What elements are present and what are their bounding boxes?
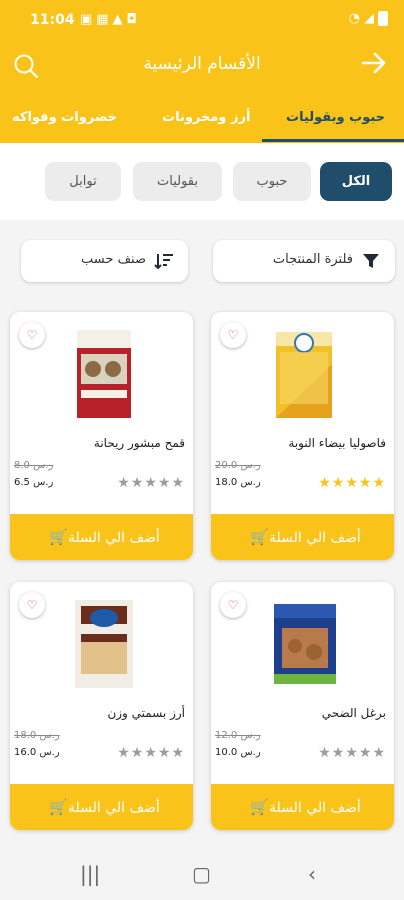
chip-legumes[interactable]: بقوليات — [133, 162, 222, 201]
product-name: قمح مبشور ريحانة — [93, 436, 185, 450]
old-price: 18.0 ر.س — [14, 730, 60, 741]
page-title: الأقسام الرئيسية — [143, 54, 261, 74]
heart-icon[interactable]: ♡ — [19, 592, 45, 618]
battery-icon — [378, 11, 388, 26]
product-name: برغل الضحي — [321, 706, 386, 720]
sort-icon — [154, 254, 173, 270]
heart-icon[interactable]: ♡ — [19, 322, 45, 348]
alert-icon: ▲ — [112, 12, 123, 27]
notification-icon: ◘ — [126, 12, 137, 27]
cart-icon: 🛒 — [49, 798, 68, 816]
product-card[interactable]: ♡ فاصوليا بيضاء النوبة 20.0 ر.س 18.0 ر.س… — [211, 312, 394, 560]
tab-grains-legumes[interactable]: حبوب وبقوليات — [286, 110, 385, 125]
filter-products-button[interactable]: فلترة المنتجات — [213, 240, 395, 282]
chip-spices[interactable]: توابل — [45, 162, 121, 201]
tab-rice-stock[interactable]: أرز ومخرونات — [162, 110, 250, 125]
category-tabs: حبوب وبقوليات أرز ومخرونات خضروات وفواكه — [0, 95, 404, 143]
product-name: أرز بسمتي وزن — [107, 706, 185, 720]
star-icon: ★ — [157, 745, 172, 761]
star-icon: ★ — [171, 475, 185, 491]
rating-stars: ★★★★★ — [318, 475, 386, 491]
price: 10.0 ر.س — [215, 747, 261, 758]
star-icon: ★ — [345, 745, 359, 761]
app-bar: الأقسام الرئيسية — [0, 40, 404, 95]
wifi-icon: ◔ — [348, 11, 360, 26]
image-icon: ▦ — [96, 12, 109, 27]
star-icon: ★ — [358, 745, 373, 761]
active-tab-indicator — [262, 139, 404, 142]
rating-stars: ★★★★★ — [318, 745, 386, 761]
add-to-cart-button[interactable]: 🛒أضف الي السلة — [10, 514, 193, 560]
product-image — [274, 604, 336, 684]
add-to-cart-button[interactable]: 🛒أضف الي السلة — [10, 784, 193, 830]
product-image — [276, 332, 332, 418]
star-icon: ★ — [372, 745, 386, 761]
product-card[interactable]: ♡ برغل الضحي 12.0 ر.س 10.0 ر.س ★★★★★ 🛒أض… — [211, 582, 394, 830]
product-card[interactable]: ♡ أرز بسمتي وزن 18.0 ر.س 16.0 ر.س ★★★★★ … — [10, 582, 193, 830]
star-icon: ★ — [318, 745, 332, 761]
add-to-cart-button[interactable]: 🛒أضف الي السلة — [211, 784, 394, 830]
add-to-cart-label: أضف الي السلة — [268, 800, 361, 816]
tab-vegetables-fruits[interactable]: خضروات وفواكه — [12, 110, 117, 125]
system-nav-bar: ||| ▢ ‹ — [0, 852, 404, 900]
star-icon: ★ — [331, 475, 346, 491]
cart-icon: 🛒 — [250, 528, 269, 546]
cart-icon: 🛒 — [49, 528, 68, 546]
star-icon: ★ — [130, 475, 145, 491]
sort-button[interactable]: صنف حسب — [21, 240, 188, 282]
status-bar: 11:04 ▣ ▦ ▲ ◘ ◔ ◢ — [0, 0, 404, 40]
old-price: 20.0 ر.س — [215, 460, 261, 471]
sort-label: صنف حسب — [81, 252, 146, 267]
star-icon: ★ — [144, 475, 158, 491]
filter-label: فلترة المنتجات — [272, 252, 353, 267]
status-left-icons: ▣ ▦ ▲ ◘ — [80, 12, 137, 27]
star-icon: ★ — [157, 475, 172, 491]
chip-grains[interactable]: حبوب — [233, 162, 311, 201]
price: 18.0 ر.س — [215, 477, 261, 488]
rating-stars: ★★★★★ — [117, 475, 185, 491]
recent-apps-icon[interactable]: ||| — [80, 862, 100, 886]
star-icon: ★ — [130, 745, 145, 761]
sim-icon: ▣ — [80, 12, 93, 27]
add-to-cart-button[interactable]: 🛒أضف الي السلة — [211, 514, 394, 560]
star-icon: ★ — [117, 745, 131, 761]
product-card[interactable]: ♡ قمح مبشور ريحانة 8.0 ر.س 6.5 ر.س ★★★★★… — [10, 312, 193, 560]
star-icon: ★ — [345, 475, 359, 491]
old-price: 12.0 ر.س — [215, 730, 261, 741]
star-icon: ★ — [318, 475, 332, 491]
signal-icon: ◢ — [364, 11, 374, 26]
price: 16.0 ر.س — [14, 747, 60, 758]
heart-icon[interactable]: ♡ — [220, 592, 246, 618]
price: 6.5 ر.س — [14, 477, 54, 488]
star-icon: ★ — [331, 745, 346, 761]
filter-icon — [363, 254, 379, 268]
home-icon[interactable]: ▢ — [192, 862, 211, 886]
rating-stars: ★★★★★ — [117, 745, 185, 761]
back-icon[interactable]: ‹ — [308, 862, 316, 886]
star-icon: ★ — [144, 745, 158, 761]
status-right-icons: ◔ ◢ — [349, 11, 388, 26]
star-icon: ★ — [171, 745, 185, 761]
add-to-cart-label: أضف الي السلة — [67, 530, 160, 546]
star-icon: ★ — [117, 475, 131, 491]
status-time: 11:04 — [30, 12, 75, 28]
arrow-right-icon[interactable] — [360, 49, 388, 77]
product-image — [75, 600, 133, 688]
filter-chips: الكل حبوب بقوليات توابل — [0, 143, 404, 220]
product-image — [77, 330, 131, 418]
old-price: 8.0 ر.س — [14, 460, 54, 471]
chip-all[interactable]: الكل — [320, 162, 392, 201]
star-icon: ★ — [372, 475, 386, 491]
add-to-cart-label: أضف الي السلة — [268, 530, 361, 546]
cart-icon: 🛒 — [250, 798, 269, 816]
star-icon: ★ — [358, 475, 373, 491]
product-name: فاصوليا بيضاء النوبة — [288, 436, 386, 450]
add-to-cart-label: أضف الي السلة — [67, 800, 160, 816]
heart-icon[interactable]: ♡ — [220, 322, 246, 348]
